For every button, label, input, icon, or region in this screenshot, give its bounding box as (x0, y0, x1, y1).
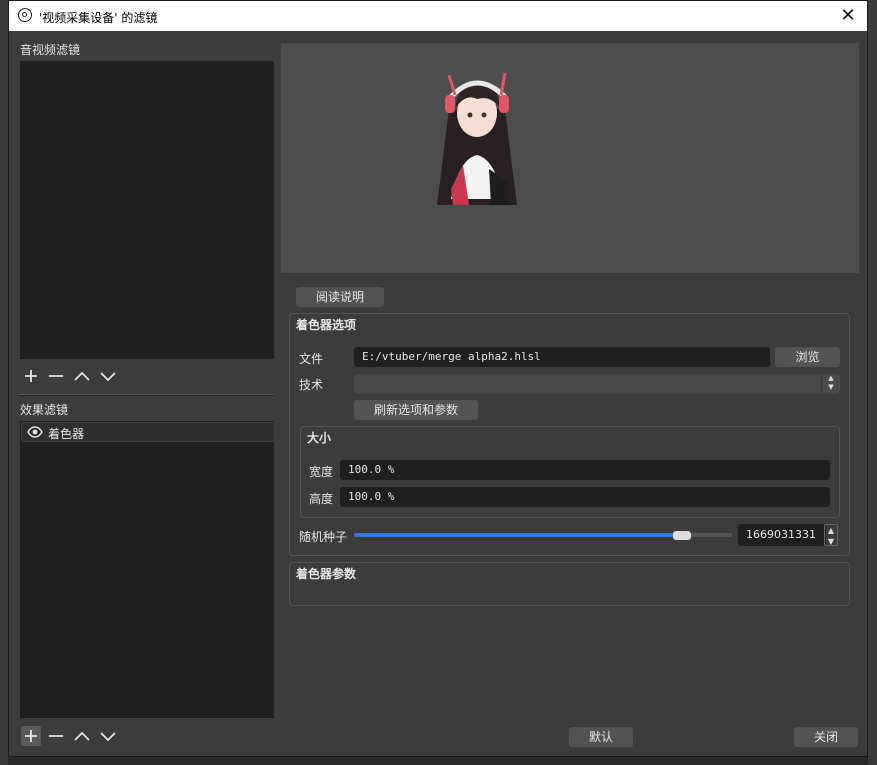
chevron-up-icon (74, 731, 90, 741)
background-app-strip (0, 0, 8, 765)
background-app-strip-right (868, 0, 877, 765)
minus-icon (49, 375, 63, 377)
width-input[interactable]: 100.0 % (340, 460, 830, 480)
source-preview (281, 43, 859, 273)
filters-dialog: '视频采集设备' 的滤镜 ✕ 音视频滤镜 效果滤镜 着色器 阅读说明 着色器选项… (8, 0, 868, 757)
technique-select[interactable]: ▲ ▼ (354, 374, 840, 394)
move-audio-filter-up-button[interactable] (72, 366, 92, 386)
random-seed-slider-handle[interactable] (673, 531, 691, 540)
chevron-up-icon (74, 371, 90, 381)
height-input[interactable]: 100.0 % (340, 487, 830, 507)
chevron-down-icon (100, 372, 116, 382)
shader-options-title: 着色器选项 (296, 318, 357, 332)
random-seed-slider-fill (354, 533, 674, 537)
updown-arrows-icon: ▲ ▼ (821, 374, 840, 394)
close-window-button[interactable]: ✕ (837, 5, 859, 27)
random-seed-input[interactable]: 1669031331 (738, 524, 826, 546)
add-effect-filter-button[interactable] (21, 726, 41, 746)
plus-icon (25, 730, 37, 742)
effect-filters-list[interactable] (20, 421, 274, 718)
move-effect-filter-down-button[interactable] (98, 726, 118, 746)
obs-logo-icon (18, 8, 32, 22)
size-group-title: 大小 (307, 431, 332, 445)
effect-filter-name: 着色器 (48, 427, 85, 441)
effect-filters-label: 效果滤镜 (20, 403, 69, 417)
browse-button[interactable]: 浏览 (775, 347, 840, 367)
effect-filter-item-shader[interactable]: 着色器 (21, 422, 275, 442)
audio-video-filters-list[interactable] (20, 61, 274, 359)
move-audio-filter-down-button[interactable] (98, 366, 118, 386)
random-seed-label: 随机种子 (299, 530, 348, 544)
plus-icon (25, 370, 37, 382)
window-title: '视频采集设备' 的滤镜 (39, 11, 158, 25)
audio-video-filters-label: 音视频滤镜 (20, 43, 81, 57)
read-instructions-button[interactable]: 阅读说明 (296, 287, 384, 307)
file-label: 文件 (299, 352, 324, 366)
remove-audio-filter-button[interactable] (46, 366, 66, 386)
refresh-options-button[interactable]: 刷新选项和参数 (354, 400, 478, 420)
eye-icon[interactable] (27, 425, 43, 443)
vtuber-avatar-image (437, 72, 517, 205)
move-effect-filter-up-button[interactable] (72, 726, 92, 746)
shader-params-group: 着色器参数 (289, 562, 850, 606)
title-bar: '视频采集设备' 的滤镜 ✕ (9, 1, 867, 31)
add-audio-filter-button[interactable] (21, 366, 41, 386)
filter-section-divider[interactable] (20, 394, 274, 396)
remove-effect-filter-button[interactable] (46, 726, 66, 746)
width-label: 宽度 (309, 465, 334, 479)
default-button[interactable]: 默认 (569, 727, 633, 747)
chevron-down-icon (100, 732, 116, 742)
close-button[interactable]: 关闭 (794, 727, 858, 747)
shader-params-title: 着色器参数 (296, 567, 357, 581)
minus-icon (49, 735, 63, 737)
height-label: 高度 (309, 492, 334, 506)
shader-file-input[interactable]: E:/vtuber/merge alpha2.hlsl (354, 347, 770, 367)
technique-label: 技术 (299, 378, 324, 392)
random-seed-spin-arrows-icon[interactable]: ▲ ▼ (824, 524, 838, 546)
